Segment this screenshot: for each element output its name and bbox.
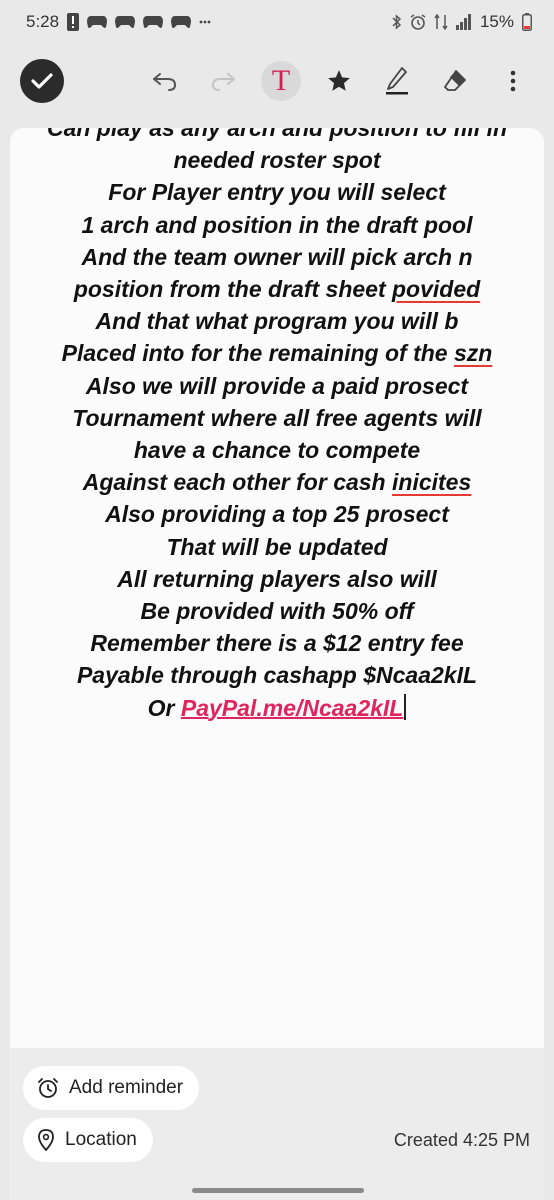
note-line: Against each other for cash inicites — [10, 466, 544, 498]
note-line: Also providing a top 25 prosect — [10, 498, 544, 530]
note-line: 1 arch and position in the draft pool — [10, 209, 544, 241]
home-indicator[interactable] — [192, 1188, 364, 1193]
status-time: 5:28 — [26, 12, 60, 31]
note-text-segment: Tournament where all free agents will — [72, 404, 482, 431]
note-text-segment: Be provided with 50% off — [140, 598, 414, 625]
note-card: Can play as any arch and position to fil… — [10, 128, 544, 1200]
pen-button[interactable] — [376, 60, 418, 102]
note-text-segment: All returning players also will — [117, 565, 437, 592]
more-options-button[interactable] — [492, 60, 534, 102]
more-dots-icon — [199, 12, 211, 32]
note-line: Or PayPal.me/Ncaa2kIL — [10, 692, 544, 724]
redo-button[interactable] — [202, 60, 244, 102]
editor-toolbar: T — [0, 50, 554, 112]
location-label: Location — [65, 1129, 137, 1150]
note-text-segment: Can play as any arch and position to fil… — [46, 128, 508, 141]
game-controller-icon — [87, 12, 108, 32]
note-text-segment: And that what program you will b — [95, 308, 459, 335]
location-pin-icon — [38, 1129, 54, 1151]
note-line: And that what program you will b — [10, 305, 544, 337]
text-style-button[interactable]: T — [260, 60, 302, 102]
note-text-segment: Remember there is a $12 entry fee — [90, 630, 464, 657]
note-text-segment: Also we will provide a paid prosect — [85, 372, 469, 399]
battery-percent: 15% — [479, 12, 514, 31]
undo-icon — [153, 73, 177, 91]
note-line: Tournament where all free agents will — [10, 402, 544, 434]
game-controller-icon — [171, 12, 192, 32]
add-reminder-button[interactable]: Add reminder — [23, 1066, 200, 1110]
note-text-segment: For Player entry you will select — [108, 179, 446, 206]
note-line: Payable through cashapp $Ncaa2kIL — [10, 659, 544, 691]
note-line: For Player entry you will select — [10, 176, 544, 208]
note-line: That will be updated — [10, 531, 544, 563]
misspelled-word[interactable]: inicites — [392, 469, 471, 495]
star-icon — [328, 70, 350, 91]
note-info-panel: Add reminder Location Created 4:25 PM — [10, 1048, 544, 1200]
add-reminder-label: Add reminder — [69, 1077, 184, 1098]
undo-button[interactable] — [144, 60, 186, 102]
game-controller-icon — [115, 12, 136, 32]
alert-icon — [67, 12, 80, 32]
note-text-segment: Also providing a top 25 prosect — [105, 501, 449, 528]
favorite-button[interactable] — [318, 60, 360, 102]
alarm-clock-icon — [38, 1078, 58, 1098]
note-text-segment: That will be updated — [166, 533, 388, 560]
note-line: Placed into for the remaining of the szn — [10, 337, 544, 369]
check-icon — [31, 73, 53, 89]
done-button[interactable] — [20, 59, 64, 103]
note-text-segment: Against each other for cash — [82, 469, 393, 496]
eraser-icon — [444, 70, 466, 91]
note-line: Remember there is a $12 entry fee — [10, 627, 544, 659]
note-line: Be provided with 50% off — [10, 595, 544, 627]
note-text-segment: 1 arch and position in the draft pool — [81, 211, 473, 238]
note-text-segment: And the team owner will pick arch n — [81, 243, 473, 270]
note-text-segment: Payable through cashapp $Ncaa2kIL — [76, 662, 478, 689]
game-controller-icon — [143, 12, 164, 32]
bluetooth-icon — [392, 12, 402, 32]
note-text-segment: Or — [147, 694, 181, 721]
status-left: 5:28 — [26, 12, 211, 32]
note-text-segment: have a chance to compete — [133, 437, 421, 464]
note-body[interactable]: Can play as any arch and position to fil… — [10, 128, 544, 1048]
note-line: have a chance to compete — [10, 434, 544, 466]
note-line: position from the draft sheet povided — [10, 273, 544, 305]
note-text-segment: Placed into for the remaining of the — [61, 340, 454, 367]
note-line: Also we will provide a paid prosect — [10, 370, 544, 402]
note-text[interactable]: Can play as any arch and position to fil… — [10, 128, 544, 724]
redo-icon — [211, 73, 235, 91]
text-tool-label: T — [271, 64, 291, 97]
status-right: 15% — [392, 12, 532, 32]
note-line: All returning players also will — [10, 563, 544, 595]
battery-icon — [522, 12, 532, 32]
misspelled-word[interactable]: povided — [392, 276, 480, 302]
location-button[interactable]: Location — [23, 1118, 153, 1162]
eraser-button[interactable] — [434, 60, 476, 102]
tool-group: T — [144, 60, 534, 102]
misspelled-word[interactable]: szn — [454, 340, 492, 366]
note-text-segment: needed roster spot — [173, 147, 381, 174]
note-line: needed roster spot — [10, 144, 544, 176]
alarm-icon — [410, 12, 426, 32]
note-line: And the team owner will pick arch n — [10, 241, 544, 273]
note-text-segment: position from the draft sheet — [73, 276, 392, 303]
status-bar: 5:28 15% — [0, 0, 554, 44]
paypal-link[interactable]: PayPal.me/Ncaa2kIL — [181, 695, 403, 721]
created-timestamp: Created 4:25 PM — [393, 1130, 530, 1150]
wifi-icon — [434, 12, 448, 32]
text-cursor — [404, 693, 407, 720]
text-style-icon: T — [261, 61, 301, 101]
note-line: Can play as any arch and position to fil… — [10, 128, 544, 144]
more-vert-icon — [510, 70, 516, 92]
pen-icon — [386, 67, 408, 95]
signal-icon — [455, 12, 472, 32]
